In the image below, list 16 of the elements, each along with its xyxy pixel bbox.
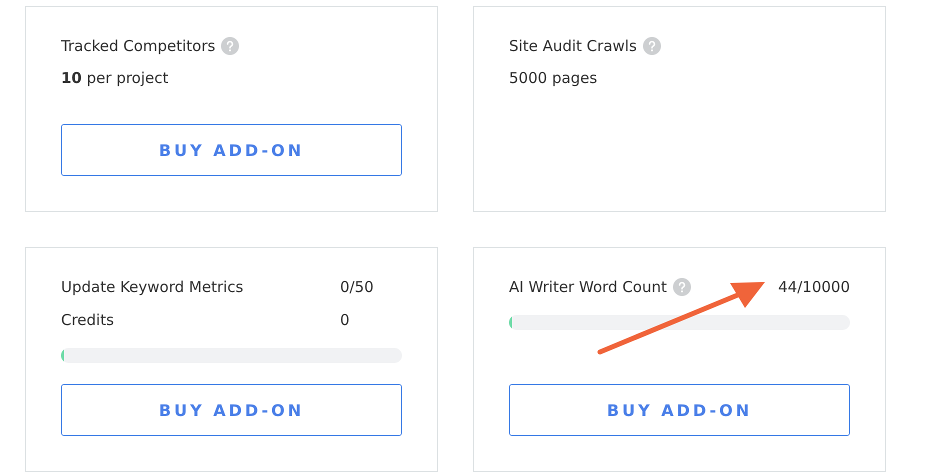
card-value: 5000 pages: [509, 68, 598, 89]
metric-label: AI Writer Word Count: [509, 278, 667, 296]
buy-addon-button[interactable]: BUY ADD-ON: [61, 124, 402, 176]
metric-reading: 0/50: [340, 278, 375, 296]
buy-addon-button[interactable]: BUY ADD-ON: [61, 384, 402, 436]
buy-addon-button[interactable]: BUY ADD-ON: [509, 384, 850, 436]
metric-label: Update Keyword Metrics: [61, 278, 244, 296]
help-icon[interactable]: [642, 36, 661, 54]
card-title: Tracked Competitors: [61, 36, 216, 54]
card-title: Site Audit Crawls: [509, 36, 637, 54]
help-icon[interactable]: [221, 36, 240, 54]
metric-reading: 44/10000: [778, 278, 850, 296]
metric-reading: 0: [340, 310, 351, 328]
card-value: 10 per project: [61, 68, 170, 89]
help-icon[interactable]: [672, 278, 691, 296]
metric-label: Credits: [61, 310, 114, 328]
